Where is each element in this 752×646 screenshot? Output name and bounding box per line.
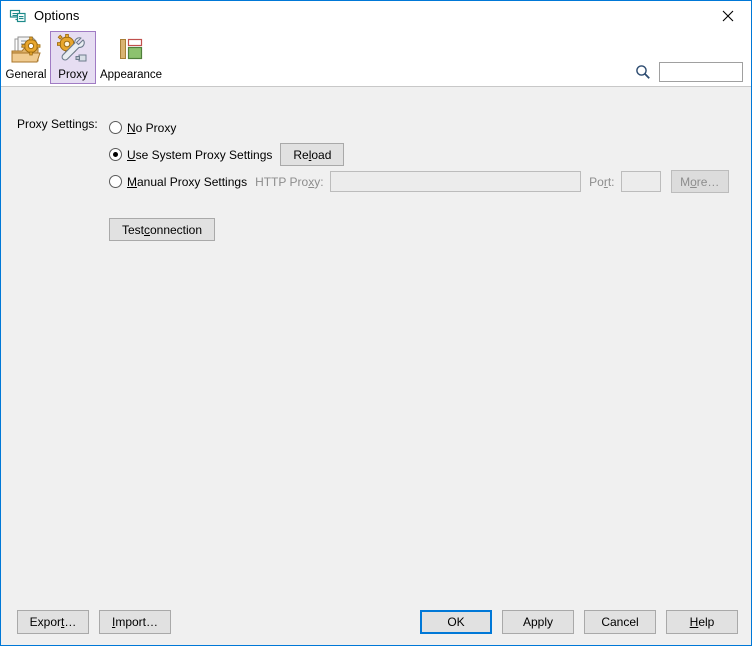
footer-left-buttons: Expor t… Import…	[17, 610, 181, 634]
cancel-button[interactable]: Cancel	[584, 610, 656, 634]
option-row-no-proxy: No Proxy	[109, 114, 729, 141]
port-label-post: t:	[607, 174, 615, 189]
radio-manual-proxy[interactable]	[109, 175, 122, 188]
appearance-layout-icon	[120, 38, 143, 60]
search-input[interactable]	[659, 62, 743, 82]
radio-use-system-proxy-label[interactable]: Use System Proxy Settings	[127, 148, 272, 162]
http-proxy-label-pre: HTTP Pro	[255, 174, 309, 189]
port-input[interactable]	[620, 171, 661, 192]
footer-right-buttons: OK Apply Cancel Help	[420, 610, 738, 634]
http-proxy-input[interactable]	[329, 171, 582, 192]
reload-button-pre: Re	[293, 147, 309, 162]
radio-no-proxy[interactable]	[109, 121, 122, 134]
ok-button-pre: OK	[447, 615, 465, 629]
toolbar-items: General Proxy Appearance	[3, 31, 166, 84]
window-title: Options	[34, 8, 80, 23]
radio-no-proxy-text: o Proxy	[135, 120, 177, 135]
apply-button-pre: Apply	[522, 615, 554, 629]
radio-no-proxy-mnemonic: N	[127, 120, 136, 135]
proxy-gear-wrench-icon	[56, 34, 87, 62]
help-button-post: elp	[698, 615, 715, 629]
radio-manual-proxy-label[interactable]: Manual Proxy Settings	[127, 175, 247, 189]
toolbar-item-general[interactable]: General	[3, 31, 49, 84]
radio-manual-proxy-mnemonic: M	[127, 174, 137, 189]
reload-button[interactable]: Re l oad	[280, 143, 345, 166]
test-connection-pre: Test	[121, 222, 144, 237]
import-button[interactable]: Import…	[99, 610, 171, 634]
general-folder-gear-icon	[11, 36, 41, 63]
toolbar-item-proxy-label: Proxy	[58, 69, 88, 81]
toolbar: General Proxy Appearance	[1, 30, 751, 87]
options-window-icon	[9, 9, 26, 22]
toolbar-item-proxy[interactable]: Proxy	[50, 31, 96, 84]
export-button[interactable]: Expor t…	[17, 610, 89, 634]
ok-button[interactable]: OK	[420, 610, 492, 634]
test-connection-post: onnection	[149, 222, 203, 237]
more-button-post: re…	[696, 174, 720, 189]
help-button[interactable]: Help	[666, 610, 738, 634]
search-area	[635, 62, 743, 82]
option-row-use-system-proxy: Use System Proxy Settings Re l oad	[109, 141, 729, 168]
options-window: Options General Proxy Appearance Proxy S…	[0, 0, 752, 646]
port-label: Port:	[589, 175, 614, 189]
export-button-post: …	[64, 615, 77, 629]
export-button-pre: Expor	[29, 615, 61, 629]
radio-manual-proxy-text: anual Proxy Settings	[137, 174, 248, 189]
help-button-mnemonic: H	[689, 615, 699, 629]
more-button-mnemonic: o	[690, 174, 697, 189]
option-row-manual-proxy: Manual Proxy Settings HTTP Proxy: Port: …	[109, 168, 729, 195]
toolbar-item-general-label: General	[5, 69, 47, 81]
test-connection-button[interactable]: Test c onnection	[109, 218, 215, 241]
content-panel: Proxy Settings: No Proxy Use System Prox…	[1, 87, 751, 645]
more-button[interactable]: Mo re…	[670, 170, 729, 193]
toolbar-item-appearance-label: Appearance	[99, 69, 163, 81]
cancel-button-pre: Cancel	[601, 615, 639, 629]
title-bar: Options	[1, 1, 751, 30]
http-proxy-label-post: y:	[314, 174, 324, 189]
radio-no-proxy-label[interactable]: No Proxy	[127, 121, 176, 135]
proxy-options-group: No Proxy Use System Proxy Settings Re l oa…	[109, 114, 729, 195]
more-button-pre: M	[680, 174, 691, 189]
close-button[interactable]	[705, 1, 751, 30]
apply-button[interactable]: Apply	[502, 610, 574, 634]
close-icon	[722, 10, 734, 21]
radio-use-system-proxy-mnemonic: U	[127, 147, 136, 162]
reload-button-post: oad	[311, 147, 332, 162]
search-icon[interactable]	[635, 64, 651, 80]
port-label-pre: Po	[589, 174, 604, 189]
radio-use-system-proxy-text: se System Proxy Settings	[135, 147, 273, 162]
radio-use-system-proxy[interactable]	[109, 148, 122, 161]
import-button-post: mport…	[115, 615, 159, 629]
http-proxy-label: HTTP Proxy:	[255, 175, 323, 189]
proxy-settings-label: Proxy Settings:	[17, 117, 98, 131]
toolbar-item-appearance[interactable]: Appearance	[97, 31, 165, 84]
